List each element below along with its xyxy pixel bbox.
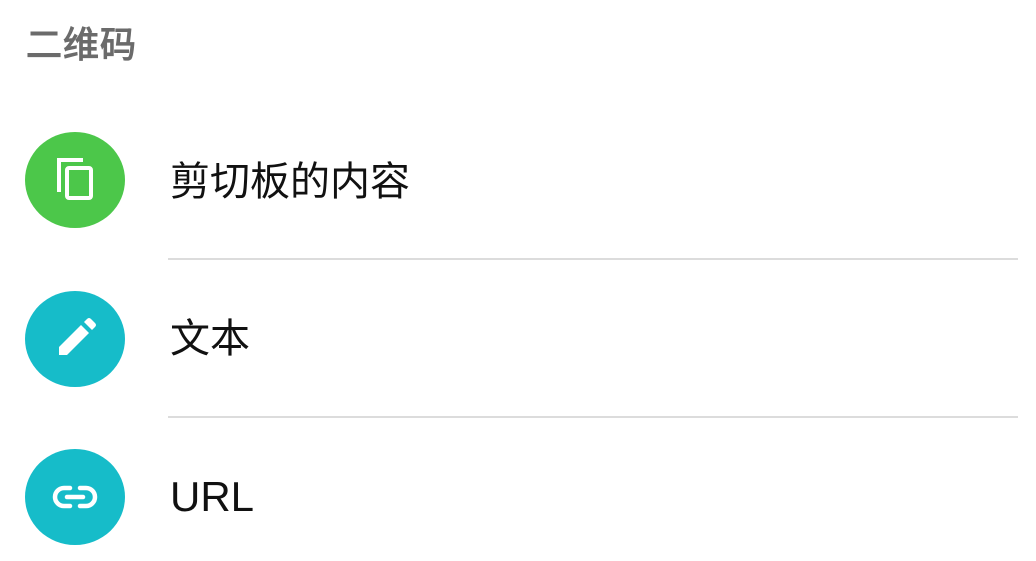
clipboard-icon-circle bbox=[25, 132, 125, 228]
link-icon bbox=[52, 485, 98, 509]
text-icon-circle bbox=[25, 291, 125, 387]
item-label-clipboard: 剪切板的内容 bbox=[170, 159, 410, 205]
item-label-text: 文本 bbox=[170, 316, 250, 362]
list-item-clipboard[interactable]: 剪切板的内容 bbox=[0, 102, 1036, 260]
url-icon-circle bbox=[25, 449, 125, 545]
list-item-url[interactable]: URL bbox=[0, 418, 1036, 561]
section-title: 二维码 bbox=[26, 25, 138, 66]
list-item-text[interactable]: 文本 bbox=[0, 260, 1036, 418]
pencil-icon bbox=[59, 318, 96, 355]
item-label-url: URL bbox=[170, 473, 255, 520]
copy-icon bbox=[57, 158, 93, 200]
qr-code-type-screen: 二维码 剪切板的内容 文本 URL bbox=[0, 0, 1036, 561]
